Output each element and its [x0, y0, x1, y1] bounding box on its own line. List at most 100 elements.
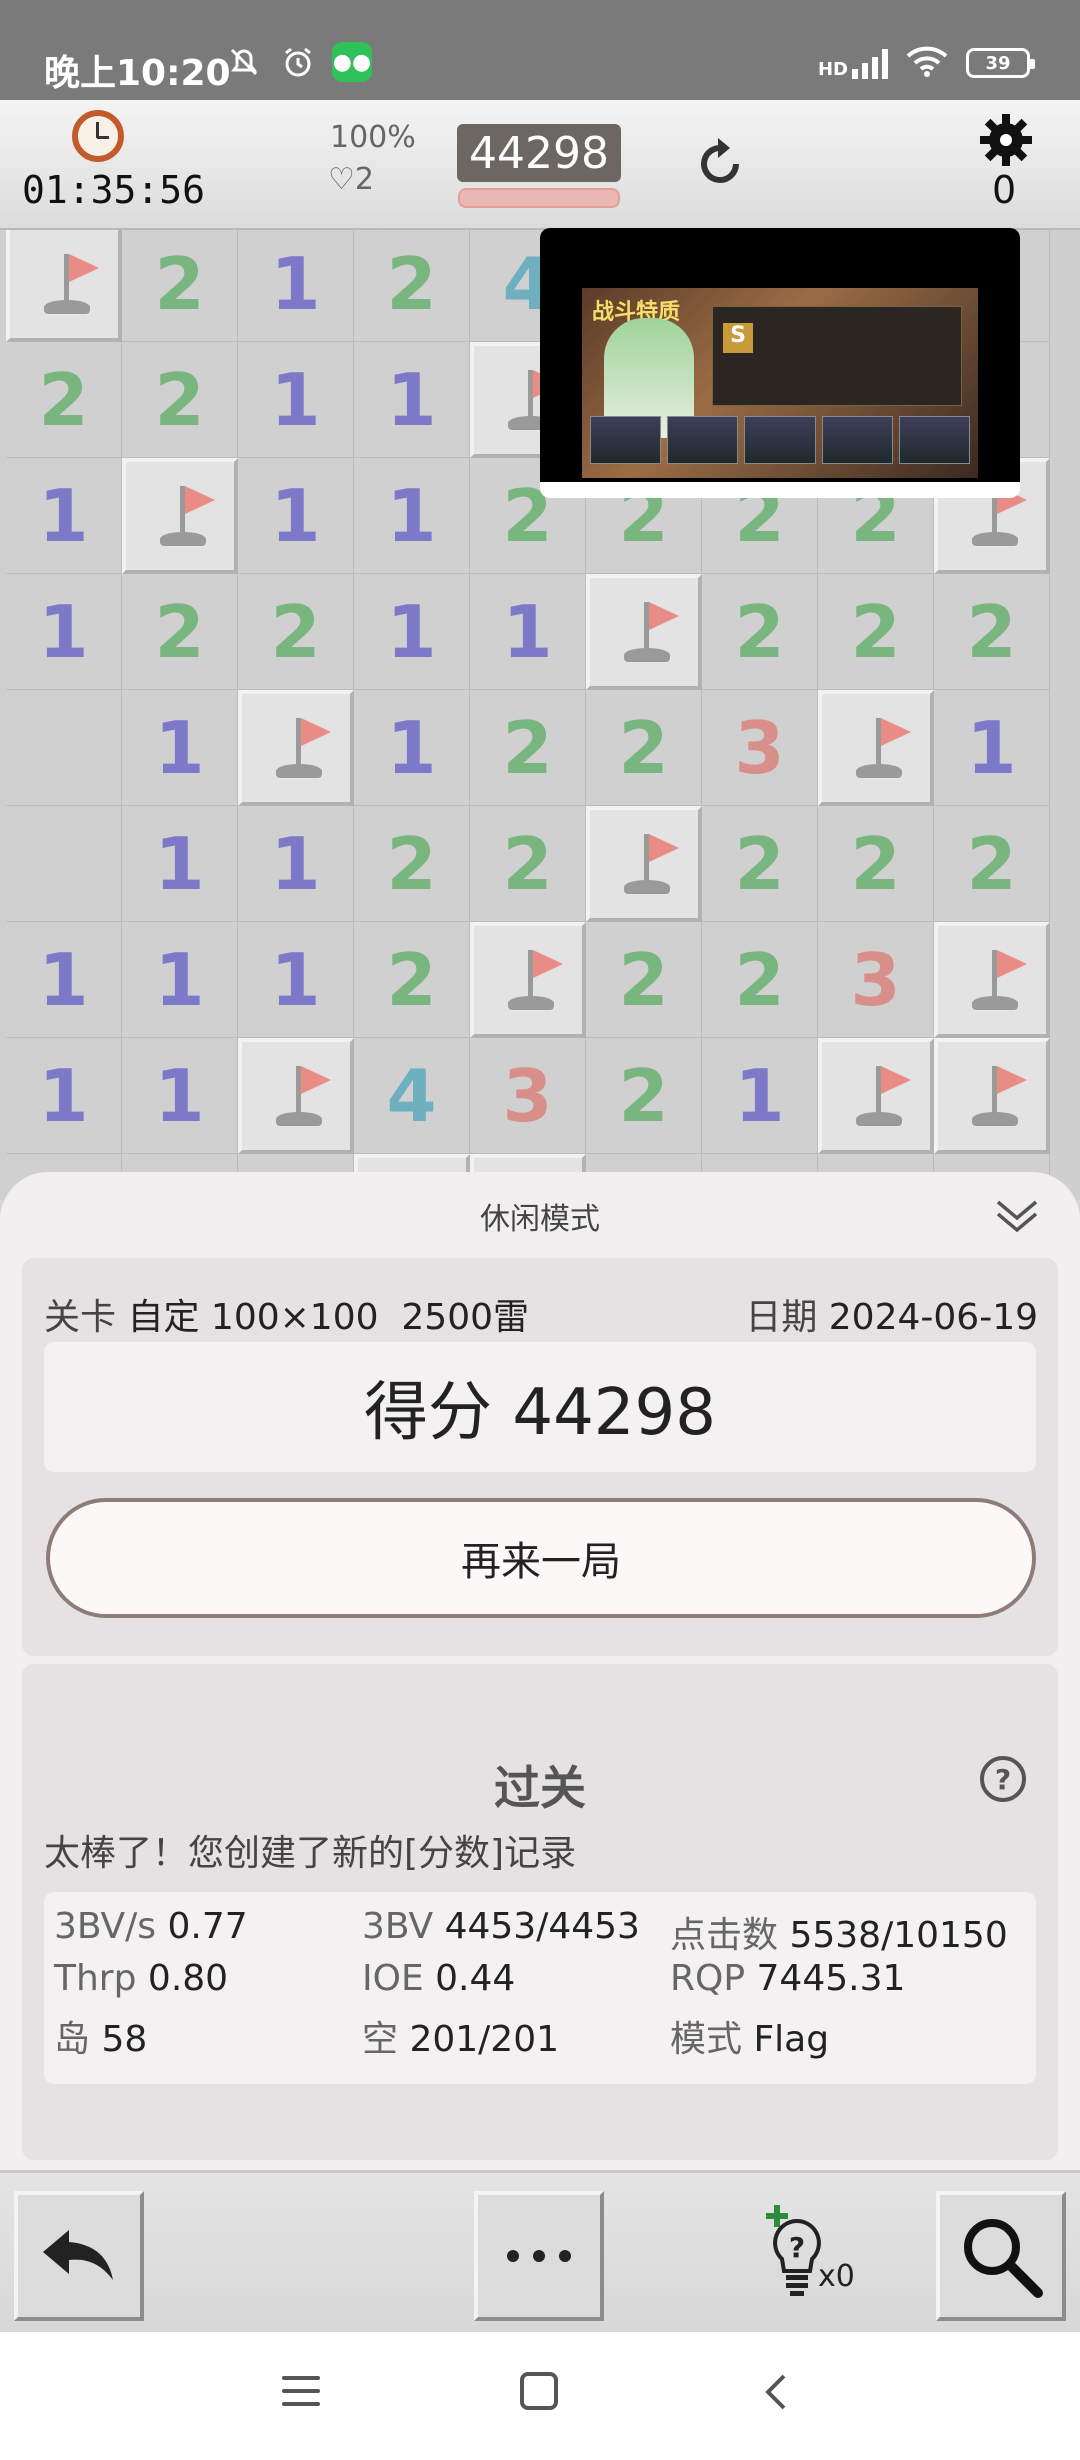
undo-button[interactable] — [14, 2191, 144, 2321]
svg-text:?: ? — [789, 2231, 805, 2264]
empty-cell[interactable] — [6, 806, 122, 922]
flagged-cell[interactable] — [586, 806, 702, 922]
number-cell[interactable]: 1 — [354, 574, 470, 690]
number-cell[interactable]: 1 — [6, 574, 122, 690]
number-cell[interactable]: 3 — [470, 1038, 586, 1154]
flag-icon — [242, 694, 350, 802]
mines-remaining: 0 — [992, 168, 1017, 212]
number-cell[interactable]: 2 — [470, 806, 586, 922]
flag-icon — [938, 926, 1046, 1034]
number-cell[interactable]: 2 — [586, 690, 702, 806]
flagged-cell[interactable] — [934, 1038, 1050, 1154]
ad-video-popup[interactable]: 战斗特质 S — [540, 228, 1020, 498]
more-icon — [507, 2250, 571, 2262]
flagged-cell[interactable] — [818, 1038, 934, 1154]
number-cell[interactable]: 1 — [238, 458, 354, 574]
help-icon[interactable]: ? — [980, 1756, 1026, 1802]
number-cell[interactable]: 3 — [818, 922, 934, 1038]
flag-icon — [126, 462, 234, 570]
number-cell[interactable]: 3 — [702, 690, 818, 806]
flagged-cell[interactable] — [238, 1038, 354, 1154]
home-icon[interactable] — [520, 2372, 558, 2410]
stat-label: 空 — [362, 2019, 399, 2060]
number-cell[interactable]: 1 — [122, 690, 238, 806]
mine-gear-icon[interactable] — [978, 112, 1034, 168]
number-cell[interactable]: 1 — [238, 342, 354, 458]
stats-card: 过关 ? 太棒了！您创建了新的[分数]记录 3BV/s 0.77 3BV 4453… — [22, 1664, 1058, 2160]
number-cell[interactable]: 2 — [586, 922, 702, 1038]
number-cell[interactable]: 4 — [354, 1038, 470, 1154]
ad-info-panel: S — [712, 306, 962, 406]
mute-icon — [224, 42, 264, 82]
number-cell[interactable]: 2 — [122, 342, 238, 458]
number-cell[interactable]: 2 — [354, 806, 470, 922]
number-cell[interactable]: 2 — [702, 574, 818, 690]
number-cell[interactable]: 2 — [122, 230, 238, 342]
number-cell[interactable]: 2 — [818, 806, 934, 922]
number-cell[interactable]: 1 — [122, 922, 238, 1038]
signal-icon — [852, 47, 888, 79]
number-cell[interactable]: 1 — [122, 1038, 238, 1154]
number-cell[interactable]: 1 — [354, 458, 470, 574]
chevron-down-icon[interactable] — [994, 1196, 1040, 1236]
ad-card — [898, 416, 971, 464]
stat-label: IOE — [362, 1958, 424, 1999]
score-display: 44298 — [457, 124, 621, 182]
result-sheet: 休闲模式 关卡 自定 100×100 2500雷 日期 2024-06-19 得… — [0, 1172, 1080, 2172]
number-cell[interactable]: 1 — [354, 342, 470, 458]
ad-artwork[interactable]: 战斗特质 S — [582, 288, 978, 478]
flagged-cell[interactable] — [586, 574, 702, 690]
number-cell[interactable]: 2 — [702, 806, 818, 922]
date-info: 日期 2024-06-19 — [745, 1288, 1038, 1340]
flagged-cell[interactable] — [238, 690, 354, 806]
flagged-cell[interactable] — [818, 690, 934, 806]
flagged-cell[interactable] — [6, 230, 122, 342]
clock-icon — [72, 110, 124, 162]
stat-value: 0.77 — [167, 1906, 248, 1947]
stat-value: 0.44 — [435, 1958, 516, 1999]
number-cell[interactable]: 2 — [6, 342, 122, 458]
number-cell[interactable]: 1 — [6, 922, 122, 1038]
wifi-icon — [906, 44, 948, 82]
number-cell[interactable]: 1 — [238, 230, 354, 342]
number-cell[interactable]: 2 — [470, 690, 586, 806]
number-cell[interactable]: 1 — [702, 1038, 818, 1154]
stat-item: 空 201/201 — [362, 2010, 559, 2062]
stat-label: 点击数 — [670, 1915, 779, 1956]
progress-percent: 100% — [330, 120, 416, 155]
flag-icon — [590, 578, 698, 686]
flagged-cell[interactable] — [934, 922, 1050, 1038]
restart-icon[interactable] — [690, 134, 750, 194]
number-cell[interactable]: 2 — [934, 806, 1050, 922]
number-cell[interactable]: 1 — [238, 922, 354, 1038]
flag-icon — [10, 230, 118, 338]
number-cell[interactable]: 1 — [238, 806, 354, 922]
flagged-cell[interactable] — [122, 458, 238, 574]
play-again-button[interactable]: 再来一局 — [46, 1498, 1036, 1618]
number-cell[interactable]: 1 — [934, 690, 1050, 806]
more-button[interactable] — [474, 2191, 604, 2321]
empty-cell[interactable] — [6, 690, 122, 806]
number-cell[interactable]: 2 — [818, 574, 934, 690]
number-cell[interactable]: 2 — [354, 230, 470, 342]
search-button[interactable] — [936, 2191, 1066, 2321]
stat-value: 4453/4453 — [444, 1906, 640, 1947]
number-cell[interactable]: 1 — [6, 1038, 122, 1154]
flagged-cell[interactable] — [470, 922, 586, 1038]
number-cell[interactable]: 2 — [354, 922, 470, 1038]
number-cell[interactable]: 1 — [354, 690, 470, 806]
number-cell[interactable]: 1 — [122, 806, 238, 922]
number-cell[interactable]: 2 — [702, 922, 818, 1038]
number-cell[interactable]: 1 — [6, 458, 122, 574]
number-cell[interactable]: 2 — [586, 1038, 702, 1154]
back-icon[interactable] — [764, 2372, 788, 2412]
number-cell[interactable]: 2 — [238, 574, 354, 690]
flag-icon — [474, 926, 582, 1034]
number-cell[interactable]: 2 — [122, 574, 238, 690]
number-cell[interactable]: 1 — [470, 574, 586, 690]
ad-card — [590, 416, 662, 464]
menu-icon[interactable] — [282, 2376, 320, 2408]
pass-title: 过关 — [494, 1761, 586, 1815]
number-cell[interactable]: 2 — [934, 574, 1050, 690]
date-label: 日期 — [745, 1297, 818, 1338]
